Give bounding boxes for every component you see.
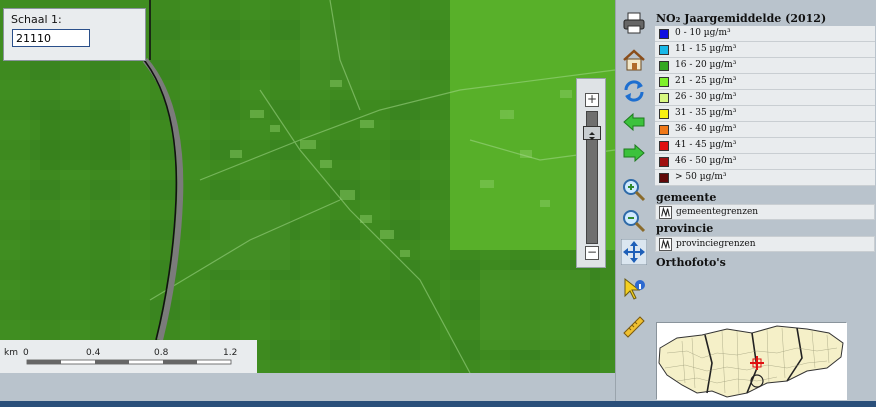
legend-class-row: 46 - 50 µg/m³ [655,154,875,170]
map-canvas[interactable]: Schaal 1: km 0 0.4 0.8 1.2 + − [0,0,615,373]
map-viewer: Schaal 1: km 0 0.4 0.8 1.2 + − [0,0,876,407]
legend-class-label: > 50 µg/m³ [675,172,727,182]
legend-class-label: 16 - 20 µg/m³ [675,60,737,70]
legend-swatch [659,45,669,55]
legend-class-label: 11 - 15 µg/m³ [675,44,737,54]
legend-class-label: 36 - 40 µg/m³ [675,124,737,134]
legend-class-label: 0 - 10 µg/m³ [675,28,731,38]
boundary-line-icon [659,238,672,251]
zoom-in-icon[interactable] [621,177,647,203]
forward-arrow-icon[interactable] [621,140,647,166]
legend-class-label: 31 - 35 µg/m³ [675,108,737,118]
refresh-icon[interactable] [621,78,647,104]
legend-swatch [659,157,669,167]
legend-swatch [659,109,669,119]
legend-swatch [659,173,669,183]
overview-map-image [657,323,847,400]
boundary-line-icon [659,206,672,219]
scale-label: Schaal 1: [11,13,62,26]
identify-icon[interactable] [621,276,647,302]
legend-class-row: 16 - 20 µg/m³ [655,58,875,74]
legend-class-row: 11 - 15 µg/m³ [655,42,875,58]
scale-bar: km 0 0.4 0.8 1.2 [0,340,257,373]
legend-class-row: > 50 µg/m³ [655,170,875,186]
pan-icon[interactable] [621,239,647,265]
legend-class-label: 26 - 30 µg/m³ [675,92,737,102]
legend-line-row: provinciegrenzen [655,236,875,252]
legend-class-row: 36 - 40 µg/m³ [655,122,875,138]
zoom-slider[interactable]: + − [576,78,606,268]
scale-ruler [26,359,232,365]
overview-map[interactable] [656,322,847,400]
legend-title: NO₂ Jaargemiddelde (2012) [656,12,827,25]
legend-class-row: 21 - 25 µg/m³ [655,74,875,90]
legend-class-label: 21 - 25 µg/m³ [675,76,737,86]
scale-input[interactable] [12,29,90,47]
legend-line-label: provinciegrenzen [676,239,756,249]
map-toolbar [615,0,651,401]
scale-panel: Schaal 1: [3,8,146,61]
legend-line-row: gemeentegrenzen [655,204,875,220]
legend-swatch [659,93,669,103]
legend-class-label: 41 - 45 µg/m³ [675,140,737,150]
legend-group-title: provincie [656,222,714,235]
legend-group-title: gemeente [656,191,717,204]
legend-line-label: gemeentegrenzen [676,207,759,217]
legend-class-row: 31 - 35 µg/m³ [655,106,875,122]
legend-swatch [659,29,669,39]
zoom-in-button[interactable]: + [585,93,599,107]
legend-class-row: 41 - 45 µg/m³ [655,138,875,154]
legend-swatch [659,61,669,71]
legend-class-row: 0 - 10 µg/m³ [655,26,875,42]
zoom-thumb[interactable] [583,125,601,140]
legend-panel: NO₂ Jaargemiddelde (2012) 0 - 10 µg/m³ 1… [652,0,876,318]
zoom-out-icon[interactable] [621,208,647,234]
zoom-out-button[interactable]: − [585,246,599,260]
bottom-bar [0,401,876,407]
legend-swatch [659,141,669,151]
legend-group-title: Orthofoto's [656,256,726,269]
back-arrow-icon[interactable] [621,109,647,135]
legend-class-row: 26 - 30 µg/m³ [655,90,875,106]
legend-swatch [659,125,669,135]
legend-class-label: 46 - 50 µg/m³ [675,156,737,166]
home-icon[interactable] [621,47,647,73]
measure-icon[interactable] [621,314,647,340]
printer-icon[interactable] [621,10,647,36]
legend-swatch [659,77,669,87]
